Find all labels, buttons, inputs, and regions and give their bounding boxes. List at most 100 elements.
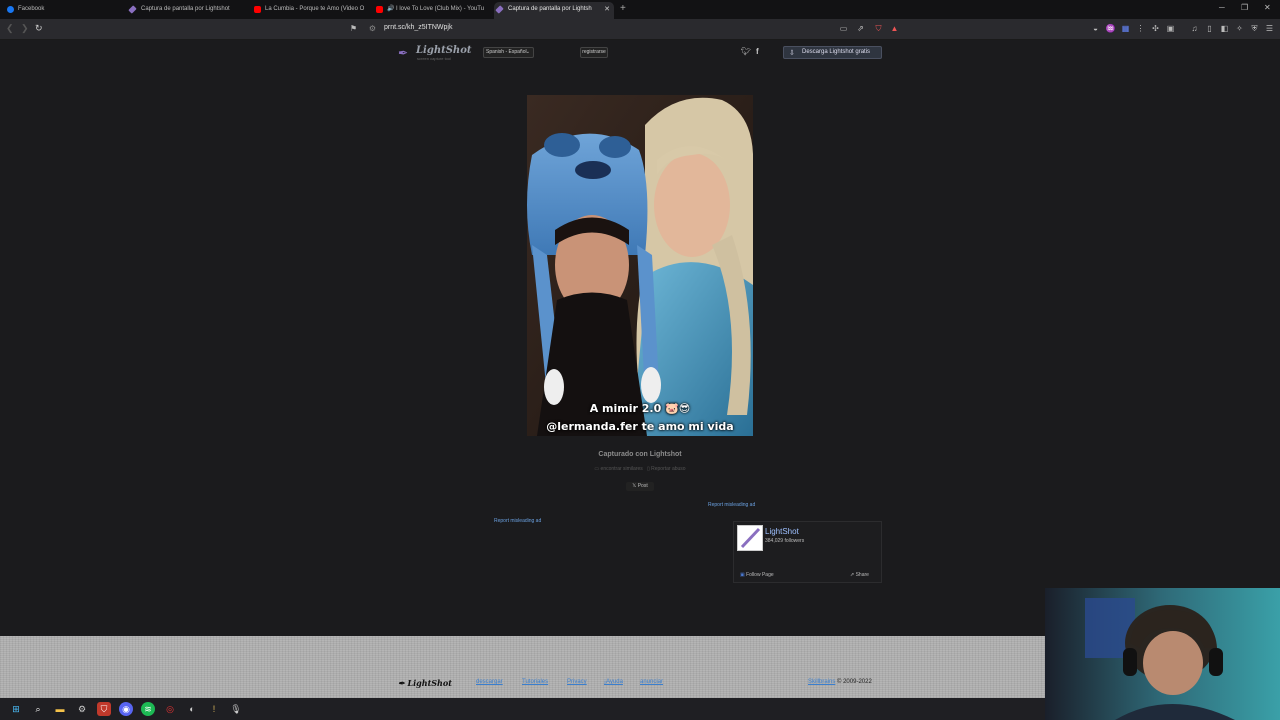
reload-icon[interactable]: ↻ [35, 23, 43, 34]
language-select[interactable]: Spanish - Español ⌄ [483, 47, 534, 58]
close-window-icon[interactable]: ✕ [1264, 3, 1271, 12]
share-icon[interactable]: ⇗ [855, 23, 866, 34]
browser-tab-strip: Facebook Captura de pantalla por Lightsh… [0, 0, 1280, 19]
page-name[interactable]: LightShot [765, 527, 799, 536]
sidebar-icon[interactable]: ▣ [1165, 23, 1176, 34]
footer-logo[interactable]: ✒ LightShot [398, 678, 452, 688]
extension-icon[interactable]: ◒ [1090, 23, 1101, 34]
riot-client-icon[interactable]: ! [207, 702, 221, 716]
minimize-icon[interactable]: ─ [1219, 3, 1225, 12]
search-icon[interactable]: ⌕ [31, 702, 45, 716]
image-actions: ▭ encontrar similares ▯ Reportar abuso [527, 466, 753, 472]
language-value: Spanish - Español [486, 49, 527, 55]
tab-label: Captura de pantalla por Lightshot [141, 6, 230, 12]
caption-line-2: @lermanda.fer te amo mi vida [546, 420, 734, 433]
download-button[interactable]: ⇩ Descarga Lightshot gratis [783, 46, 882, 59]
tab-label: I love To Love (Club Mix) - YouTu [396, 6, 485, 12]
spotify-icon[interactable]: ≋ [141, 702, 155, 716]
facebook-icon: ▣ [740, 572, 745, 578]
lightshot-feather-icon [495, 5, 504, 14]
caption-line-1: A mimir 2.0 🐷😎 [589, 402, 691, 415]
lightshot-feather-icon [740, 527, 761, 549]
webcam-overlay [1045, 588, 1280, 720]
x-post-button[interactable]: 𝕏 Post [626, 482, 654, 491]
footer-logo-text: LightShot [407, 678, 452, 688]
speaker-icon[interactable]: 🔊 [387, 2, 394, 17]
tab-lightshot-active[interactable]: Captura de pantalla por Lightsh ✕ [494, 2, 614, 19]
site-logo[interactable]: LightShot [416, 45, 472, 56]
footer-link-download[interactable]: descargar [476, 679, 503, 685]
youtube-icon [254, 6, 261, 13]
obs-icon[interactable]: ◎ [163, 702, 177, 716]
facebook-icon[interactable]: f [756, 47, 759, 56]
tab-lightshot-1[interactable]: Captura de pantalla por Lightshot [127, 2, 247, 19]
lightshot-feather-icon [128, 5, 137, 14]
site-header: ✒ LightShot screen capture tool Spanish … [0, 42, 1280, 62]
follow-page-button[interactable]: ▣ Follow Page [740, 572, 774, 578]
chevron-down-icon: ⌄ [525, 49, 530, 55]
report-ad-link-left[interactable]: Report misleading ad [494, 518, 541, 524]
company-link[interactable]: Skillbrains [808, 679, 835, 685]
back-icon[interactable]: ❮ [6, 23, 14, 34]
report-abuse-label: Reportar abuso [651, 466, 686, 472]
vpn-icon[interactable]: ⛨ [1249, 23, 1260, 34]
restore-icon[interactable]: ❐ [1241, 3, 1248, 12]
lightshot-feather-icon: ✒ [398, 46, 409, 60]
youtube-icon [376, 6, 383, 13]
facebook-page-widget: LightShot 384,029 followers ▣ Follow Pag… [733, 521, 882, 583]
microphone-icon[interactable]: 🎙︎ [229, 702, 243, 716]
facebook-icon [7, 6, 14, 13]
close-tab-icon[interactable]: ✕ [604, 2, 610, 17]
download-label: Descarga Lightshot gratis [802, 49, 871, 55]
site-info-icon[interactable]: ⚙ [367, 23, 378, 34]
lightshot-page-avatar[interactable] [737, 525, 763, 551]
twitter-icon[interactable]: 🐦︎ [741, 47, 751, 56]
footer-link-privacy[interactable]: Privacy [567, 679, 587, 685]
brave-shields-icon[interactable]: ⛉ [873, 23, 884, 34]
find-similar-link[interactable]: ▭ encontrar similares [594, 466, 642, 472]
cast-icon[interactable]: ▭ [838, 23, 849, 34]
share-button[interactable]: ⇗ Share [850, 572, 869, 578]
bookmark-icon[interactable]: ⚑ [348, 23, 359, 34]
browser-toolbar: ❮ ❯ ↻ ⚑ ⚙ prnt.sc/kh_z5ITNWpjk ▭ ⇗ ⛉ ▲ ◒… [0, 19, 1280, 40]
report-ad-link-right[interactable]: Report misleading ad [708, 502, 755, 508]
music-icon[interactable]: ♫ [1189, 23, 1200, 34]
screenshot-image[interactable]: A mimir 2.0 🐷😎 @lermanda.fer te amo mi v… [527, 95, 753, 436]
follow-label: Follow Page [746, 572, 774, 578]
tab-facebook[interactable]: Facebook [4, 2, 122, 19]
site-logo-subtitle: screen capture tool [417, 56, 452, 61]
tab-label: Captura de pantalla por Lightsh [508, 6, 592, 12]
footer-link-help[interactable]: ¡Ayuda [604, 679, 623, 685]
tab-label: Facebook [18, 6, 45, 12]
tab-youtube-club-mix[interactable]: 🔊 I love To Love (Club Mix) - YouTu [373, 2, 491, 19]
discord-icon[interactable]: ◉ [119, 702, 133, 716]
footer-copyright: Skillbrains © 2009-2022 [808, 679, 872, 685]
extension-icon[interactable]: ⋮ [1135, 23, 1146, 34]
download-icon: ⇩ [789, 50, 795, 57]
puzzle-icon[interactable]: ✣ [1150, 23, 1161, 34]
brave-browser-icon[interactable]: ⛉ [97, 702, 111, 716]
menu-icon[interactable]: ☰ [1264, 23, 1275, 34]
file-explorer-icon[interactable]: ▬ [53, 702, 67, 716]
brave-rewards-icon[interactable]: ▲ [889, 23, 900, 34]
wallet-icon[interactable]: ◧ [1219, 23, 1230, 34]
tab-youtube-cumbia[interactable]: La Cumbia - Porque te Amo (Video O [251, 2, 369, 19]
leo-icon[interactable]: ✧ [1234, 23, 1245, 34]
copyright-text: © 2009-2022 [835, 679, 872, 685]
windows-start-icon[interactable]: ⊞ [9, 702, 23, 716]
share-icon: ⇗ [850, 572, 855, 578]
footer-link-advertise[interactable]: anunciar [640, 679, 663, 685]
report-abuse-link[interactable]: ▯ Reportar abuso [647, 466, 686, 472]
register-button[interactable]: registrarse [580, 47, 608, 58]
address-bar[interactable]: prnt.sc/kh_z5ITNWpjk [384, 24, 452, 31]
settings-icon[interactable]: ⚙ [75, 702, 89, 716]
share-label: Share [855, 572, 869, 578]
extension-icon[interactable]: ♒ [1105, 23, 1116, 34]
footer-link-tutorials[interactable]: Tutoriales [522, 679, 548, 685]
reading-list-icon[interactable]: ▯ [1204, 23, 1215, 34]
forward-icon[interactable]: ❯ [21, 23, 29, 34]
new-tab-icon[interactable]: + [620, 3, 626, 14]
extension-icon[interactable]: ▦ [1120, 23, 1131, 34]
captured-with-label: Capturado con Lightshot [598, 451, 682, 458]
app-icon[interactable]: ◐ [185, 702, 199, 716]
